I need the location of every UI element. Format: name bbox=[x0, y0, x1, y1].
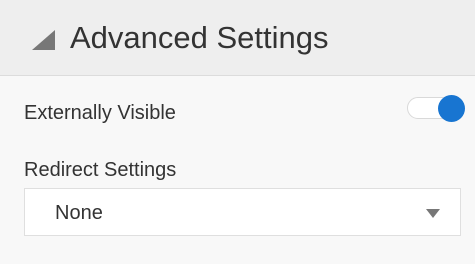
toggle-knob bbox=[438, 95, 465, 122]
redirect-settings-label: Redirect Settings bbox=[24, 159, 177, 181]
externally-visible-toggle[interactable] bbox=[405, 94, 465, 123]
advanced-settings-title: Advanced Settings bbox=[70, 20, 329, 55]
redirect-settings-value: None bbox=[55, 202, 103, 224]
redirect-settings-select[interactable]: None bbox=[24, 188, 461, 236]
collapse-triangle-icon[interactable] bbox=[30, 29, 56, 51]
advanced-settings-header[interactable]: Advanced Settings bbox=[0, 0, 475, 76]
chevron-down-icon bbox=[426, 209, 440, 218]
advanced-settings-panel: Advanced Settings Externally Visible Red… bbox=[0, 0, 475, 264]
externally-visible-label: Externally Visible bbox=[24, 102, 176, 124]
